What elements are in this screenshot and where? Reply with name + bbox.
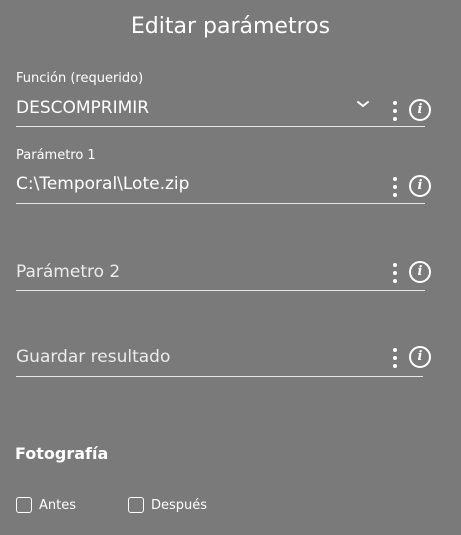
function-info-icon[interactable]: i (409, 99, 431, 121)
param2-input[interactable]: Parámetro 2 (16, 262, 120, 282)
checkbox-icon[interactable] (128, 497, 144, 513)
param1-label: Parámetro 1 (16, 148, 96, 163)
param1-menu-icon[interactable] (390, 177, 400, 197)
param1-input[interactable]: C:\Temporal\Lote.zip (16, 174, 189, 194)
param2-info-icon[interactable]: i (409, 261, 431, 283)
dialog-title: Editar parámetros (130, 14, 331, 39)
checkbox-antes-label: Antes (39, 497, 77, 513)
param1-underline (16, 203, 425, 204)
checkbox-icon[interactable] (16, 497, 32, 513)
chevron-down-icon[interactable] (356, 99, 370, 109)
function-underline (16, 126, 425, 127)
function-select[interactable]: DESCOMPRIMIR (16, 98, 149, 118)
save-result-menu-icon[interactable] (390, 348, 400, 368)
save-result-field[interactable]: Guardar resultado i (16, 336, 431, 381)
save-result-info-icon[interactable]: i (409, 346, 431, 368)
checkbox-antes[interactable]: Antes (16, 497, 76, 513)
param1-field[interactable]: Parámetro 1 C:\Temporal\Lote.zip i (16, 146, 431, 208)
param1-info-icon[interactable]: i (409, 175, 431, 197)
photo-section-title: Fotografía (15, 444, 109, 463)
param2-menu-icon[interactable] (390, 263, 400, 283)
save-result-underline (16, 376, 423, 377)
checkbox-despues[interactable]: Después (128, 497, 207, 513)
function-label: Función (requerido) (16, 71, 144, 86)
param2-underline (16, 290, 425, 291)
function-menu-icon[interactable] (390, 101, 400, 121)
checkbox-despues-label: Después (151, 497, 208, 513)
param2-field[interactable]: Parámetro 2 i (16, 250, 431, 295)
function-field[interactable]: Función (requerido) DESCOMPRIMIR i (16, 68, 431, 130)
save-result-input[interactable]: Guardar resultado (16, 347, 170, 367)
